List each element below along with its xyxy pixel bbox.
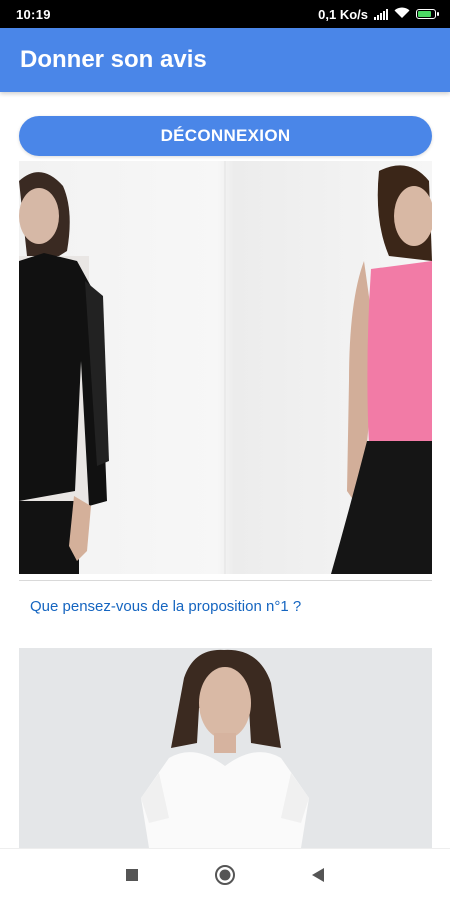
logout-button[interactable]: DÉCONNEXION xyxy=(19,116,432,156)
network-speed: 0,1 Ko/s xyxy=(318,6,368,22)
status-time: 10:19 xyxy=(16,6,51,22)
proposal-question-link[interactable]: Que pensez-vous de la proposition n°1 ? xyxy=(30,598,301,615)
battery-fill xyxy=(418,11,431,17)
signal-icon xyxy=(374,8,388,20)
divider xyxy=(19,580,432,581)
battery-icon xyxy=(416,9,439,19)
recents-icon[interactable] xyxy=(120,863,144,887)
wifi-icon xyxy=(394,7,410,22)
back-icon[interactable] xyxy=(306,863,330,887)
home-icon[interactable] xyxy=(213,863,237,887)
screen: 10:19 0,1 Ko/s Donner son avis DÉCONNEXI… xyxy=(0,0,450,900)
app-bar: Donner son avis xyxy=(0,28,450,92)
proposal-2-photo xyxy=(141,649,309,848)
page-title: Donner son avis xyxy=(20,46,207,73)
proposal-1-image xyxy=(19,161,432,574)
proposal-1-photo xyxy=(19,161,432,574)
navigation-bar xyxy=(0,848,450,900)
proposal-2-image xyxy=(19,648,432,848)
status-bar: 10:19 0,1 Ko/s xyxy=(0,0,450,28)
status-indicators: 0,1 Ko/s xyxy=(318,6,439,22)
